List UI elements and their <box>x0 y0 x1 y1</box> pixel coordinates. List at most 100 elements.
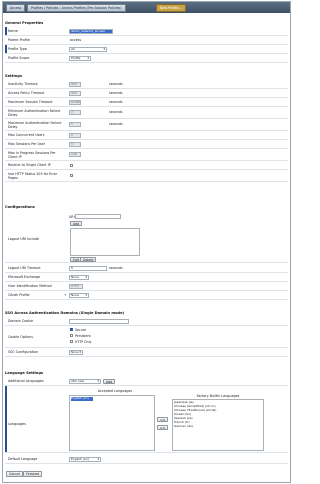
row-max-session: Maximum Session Timeout 604800 seconds <box>5 98 288 107</box>
finished-button[interactable]: Finished <box>23 471 43 477</box>
row-additional-languages: Additional Languages Afar (aa) Add <box>5 377 288 386</box>
oauth-profile-label: OAuth Profile <box>8 293 30 297</box>
uri-delete-button[interactable]: Delete <box>80 257 97 262</box>
persistent-checkbox[interactable] <box>70 334 73 337</box>
factory-languages-list[interactable]: Japanese (ja) Chinese (Simplified) (zh-c… <box>172 399 264 451</box>
seconds-unit: seconds <box>109 266 123 270</box>
oauth-profile-select[interactable]: None <box>69 293 89 298</box>
max-concurrent-users-input[interactable]: 0 <box>69 133 81 138</box>
row-logout-timeout: Logout URI Timeout 5 seconds <box>5 264 288 273</box>
accepted-language-item[interactable]: English (en) <box>71 396 93 401</box>
add-language-button[interactable]: Add <box>103 379 116 384</box>
domain-cookie-input[interactable] <box>69 319 129 324</box>
move-left-button[interactable]: << <box>157 417 169 422</box>
row-scope: Profile Scope Profile <box>5 54 288 63</box>
section-sso: SSO Across Authentication Domains (Singl… <box>5 311 125 315</box>
row-user-id: User Identification Method HTTP <box>5 282 288 291</box>
row-domain-cookie: Domain Cookie <box>5 317 288 326</box>
section-general: General Properties <box>5 21 44 25</box>
max-session-timeout-input[interactable]: 604800 <box>69 100 81 105</box>
row-inactivity: Inactivity Timeout 900 seconds <box>5 80 288 89</box>
name-label: Name <box>8 29 18 33</box>
uri-input[interactable] <box>75 214 121 219</box>
seconds-unit: seconds <box>109 110 123 114</box>
factory-languages-title: Factory BuiltIn Languages <box>196 394 240 398</box>
breadcrumb-profiles[interactable]: Profiles / Policies : Access Profiles (P… <box>27 4 126 12</box>
httponly-label: HTTP Only <box>75 340 92 344</box>
http503-checkbox[interactable] <box>70 174 73 177</box>
row-oauth: OAuth Profile + None <box>5 291 288 300</box>
access-policy-timeout-label: Access Policy Timeout <box>8 91 45 95</box>
profile-scope-select[interactable]: Profile <box>69 56 91 61</box>
restrict-ip-checkbox[interactable] <box>70 164 73 167</box>
row-cookie-options: Cookie Options Secure Persistent HTTP On… <box>5 326 288 348</box>
domain-cookie-label: Domain Cookie <box>8 319 34 323</box>
row-concurrent: Max Concurrent Users 0 <box>5 131 288 140</box>
row-http503: Use HTTP Status 503 for Error Pages <box>5 170 288 182</box>
exchange-select[interactable]: None <box>69 275 89 280</box>
max-sessions-per-user-label: Max Sessions Per User <box>8 142 46 146</box>
section-configurations: Configurations <box>5 205 35 209</box>
restrict-ip-label: Restrict to Single Client IP <box>8 163 51 167</box>
breadcrumb-current: New Profile... <box>156 4 186 12</box>
persistent-label: Persistent <box>75 334 91 338</box>
max-sessions-per-user-input[interactable]: 0 <box>69 142 81 147</box>
max-auth-delay-label: Maximum Authentication Failure Delay <box>8 121 62 129</box>
secure-checkbox[interactable] <box>70 328 73 332</box>
row-type: Profile Type All <box>5 45 288 54</box>
profile-type-select[interactable]: All <box>69 47 107 52</box>
name-input[interactable]: demo_network_access <box>69 29 113 34</box>
languages-label: Languages <box>8 422 26 426</box>
row-max-auth-delay: Maximum Authentication Failure Delay 5 s… <box>5 119 288 131</box>
max-inprogress-label: Max In Progress Sessions Per Client IP <box>8 151 56 159</box>
access-policy-timeout-input[interactable]: 300 <box>69 91 81 96</box>
cancel-button[interactable]: Cancel <box>6 471 23 477</box>
breadcrumb-access[interactable]: Access <box>6 4 26 12</box>
user-id-method-select[interactable]: HTTP <box>69 284 83 289</box>
row-min-auth-delay: Minimum Authentication Failure Delay 2 s… <box>5 107 288 119</box>
max-auth-delay-input[interactable]: 5 <box>69 122 81 127</box>
profile-page: Access Profiles / Policies : Access Prof… <box>2 1 291 483</box>
min-auth-delay-input[interactable]: 2 <box>69 110 81 115</box>
inactivity-timeout-label: Inactivity Timeout <box>8 82 38 86</box>
parent-profile-value: access <box>70 38 82 42</box>
profile-scope-label: Profile Scope <box>8 56 30 60</box>
default-language-label: Default Language <box>8 457 38 461</box>
breadcrumb: Access Profiles / Policies : Access Prof… <box>3 2 290 13</box>
required-bar <box>5 386 7 452</box>
row-sso-config: SSO Configuration None <box>5 348 288 357</box>
row-exchange: Microsoft Exchange None <box>5 273 288 282</box>
row-default-language: Default Language English (en) <box>5 455 288 464</box>
profile-type-label: Profile Type <box>8 47 27 51</box>
logout-timeout-input[interactable]: 5 <box>69 266 107 271</box>
row-policy-timeout: Access Policy Timeout 300 seconds <box>5 89 288 98</box>
default-language-select[interactable]: English (en) <box>69 457 101 462</box>
section-language: Language Settings <box>5 371 44 375</box>
required-bar <box>5 45 7 53</box>
sso-config-select[interactable]: None <box>69 350 83 355</box>
max-concurrent-users-label: Max Concurrent Users <box>8 133 45 137</box>
row-languages: Languages Accepted Languages English (en… <box>5 386 288 453</box>
row-restrict-ip: Restrict to Single Client IP <box>5 161 288 170</box>
accepted-languages-title: Accepted Languages <box>97 389 133 393</box>
secure-label: Secure <box>75 328 86 332</box>
max-inprogress-input[interactable]: 128 <box>69 152 81 157</box>
parent-profile-label: Parent Profile <box>8 38 30 42</box>
accepted-languages-list[interactable]: English (en) <box>69 395 155 451</box>
min-auth-delay-label: Minimum Authentication Failure Delay <box>8 109 61 117</box>
logout-uri-include-label: Logout URI Include <box>8 237 40 241</box>
seconds-unit: seconds <box>109 91 123 95</box>
move-right-button[interactable]: >> <box>157 425 169 430</box>
logout-uri-list[interactable] <box>70 228 140 256</box>
row-parent: Parent Profile access <box>5 36 288 45</box>
uri-add-button[interactable]: Add <box>70 221 83 226</box>
factory-language-item[interactable]: German (de) <box>174 424 193 429</box>
inactivity-timeout-input[interactable]: 900 <box>69 82 81 87</box>
seconds-unit: seconds <box>109 122 123 126</box>
required-bar <box>5 27 7 35</box>
plus-icon[interactable]: + <box>64 293 67 297</box>
additional-languages-select[interactable]: Afar (aa) <box>69 379 101 384</box>
row-logout-uri: Logout URI Include URI: Add Edit Delete <box>5 211 288 263</box>
httponly-checkbox[interactable] <box>70 340 73 343</box>
user-id-method-label: User Identification Method <box>8 284 52 288</box>
